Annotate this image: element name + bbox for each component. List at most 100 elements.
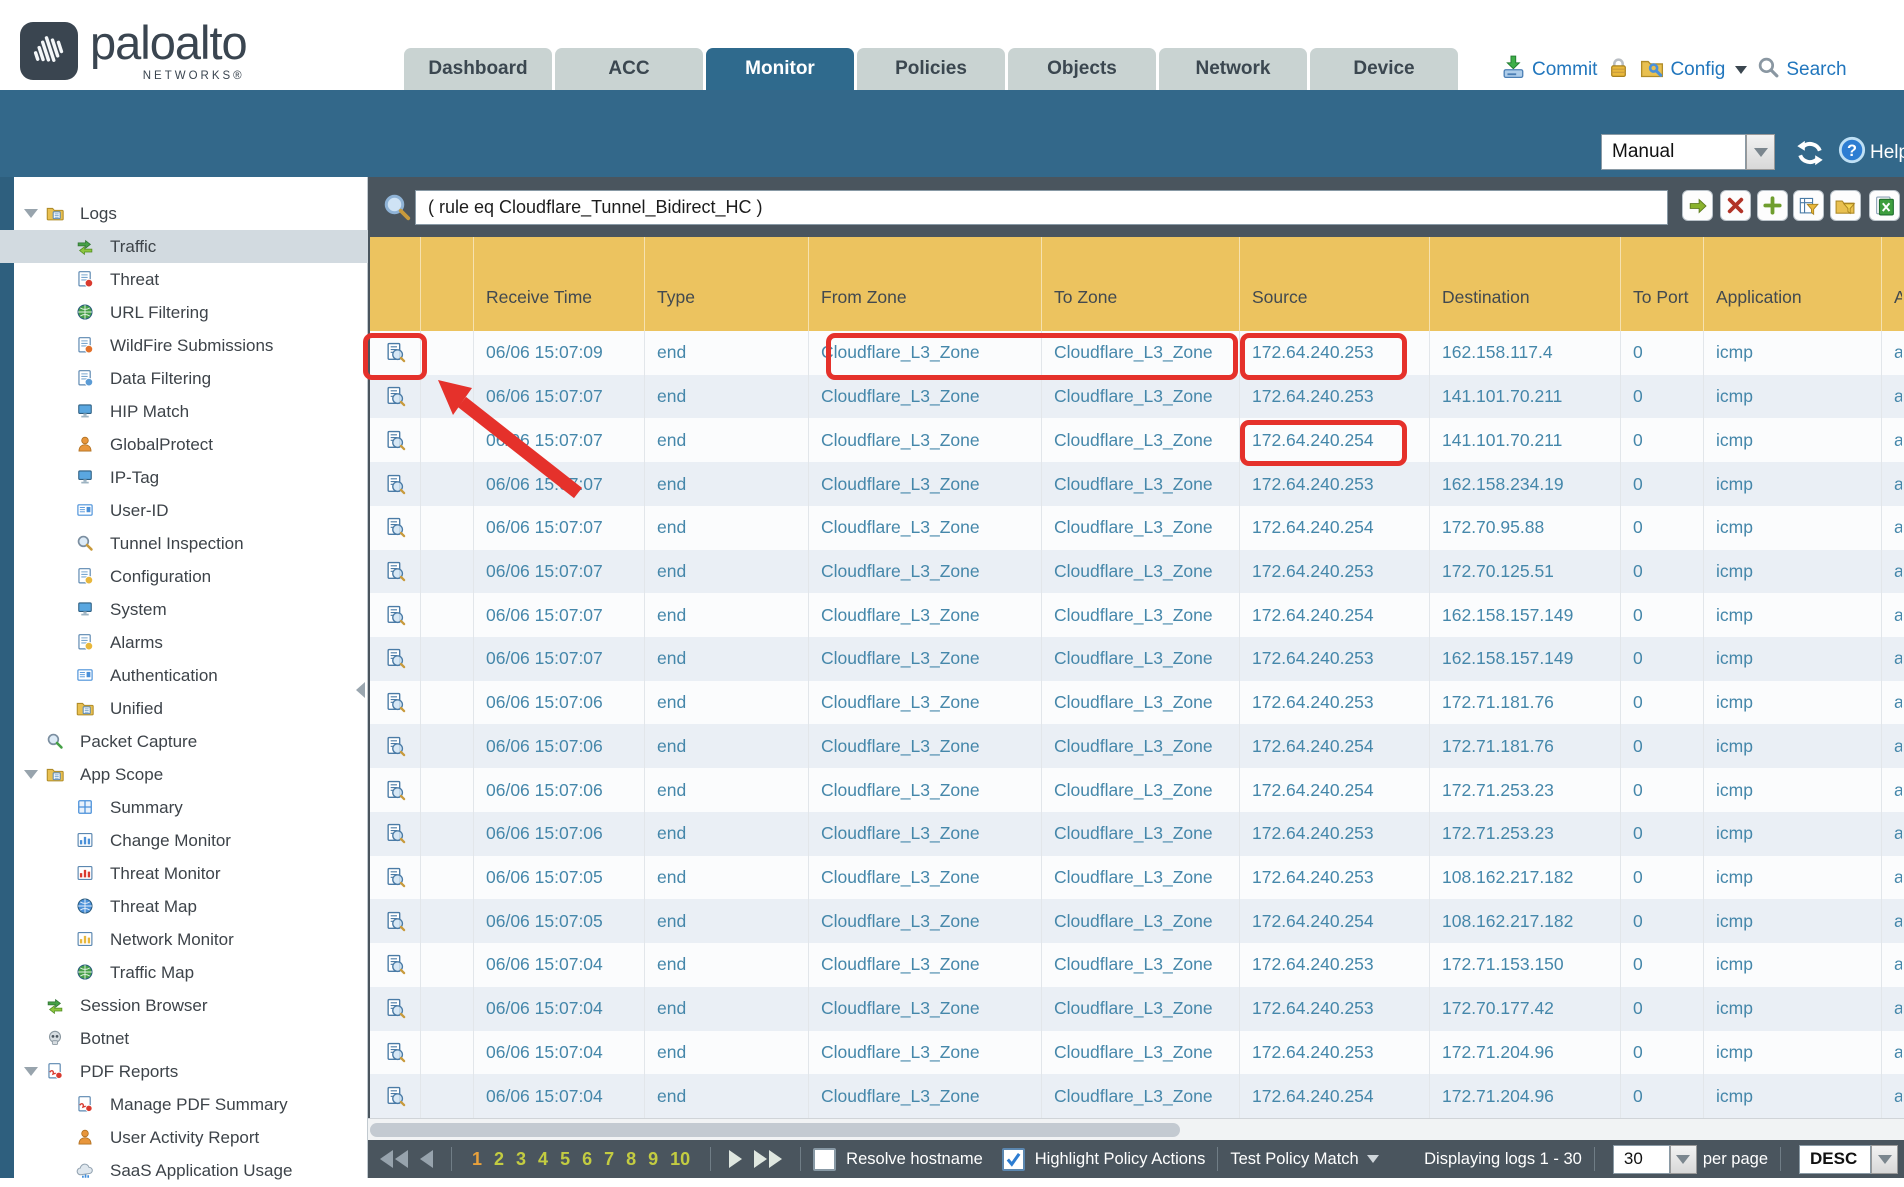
sidebar-item-unified[interactable]: Unified xyxy=(0,692,368,725)
cell-source[interactable]: 172.64.240.254 xyxy=(1240,724,1430,768)
cell-destination[interactable]: 172.70.125.51 xyxy=(1430,550,1621,594)
cell-from_zone[interactable]: Cloudflare_L3_Zone xyxy=(809,637,1042,681)
sidebar-item-logs[interactable]: Logs xyxy=(0,197,368,230)
cell-to_zone[interactable]: Cloudflare_L3_Zone xyxy=(1042,987,1240,1031)
cell-destination[interactable]: 108.162.217.182 xyxy=(1430,899,1621,943)
detail-log-button[interactable] xyxy=(370,856,421,900)
detail-log-button[interactable] xyxy=(370,506,421,550)
first-page-button[interactable] xyxy=(380,1150,408,1168)
column-header-application[interactable]: Application xyxy=(1704,237,1882,331)
cell-application[interactable]: icmp xyxy=(1704,681,1882,725)
export-logs-button[interactable] xyxy=(1869,190,1900,221)
detail-log-button[interactable] xyxy=(370,637,421,681)
cell-destination[interactable]: 172.71.204.96 xyxy=(1430,1074,1621,1118)
cell-destination[interactable]: 162.158.234.19 xyxy=(1430,462,1621,506)
cell-source[interactable]: 172.64.240.253 xyxy=(1240,987,1430,1031)
sidebar-item-configuration[interactable]: Configuration xyxy=(0,560,368,593)
clear-filter-button[interactable] xyxy=(1720,190,1751,221)
cell-to_zone[interactable]: Cloudflare_L3_Zone xyxy=(1042,1074,1240,1118)
detail-log-button[interactable] xyxy=(370,418,421,462)
column-header-destination[interactable]: Destination xyxy=(1430,237,1621,331)
cell-to_zone[interactable]: Cloudflare_L3_Zone xyxy=(1042,331,1240,375)
sidebar-item-url-filtering[interactable]: URL Filtering xyxy=(0,296,368,329)
refresh-interval-select[interactable]: Manual xyxy=(1601,134,1775,170)
detail-log-button[interactable] xyxy=(370,812,421,856)
sort-order-trigger[interactable] xyxy=(1871,1145,1898,1174)
sidebar-collapse-handle[interactable] xyxy=(356,682,365,698)
filter-builder-button[interactable] xyxy=(1793,190,1824,221)
cell-from_zone[interactable]: Cloudflare_L3_Zone xyxy=(809,506,1042,550)
cell-to_zone[interactable]: Cloudflare_L3_Zone xyxy=(1042,462,1240,506)
cell-application[interactable]: icmp xyxy=(1704,593,1882,637)
cell-to_zone[interactable]: Cloudflare_L3_Zone xyxy=(1042,637,1240,681)
page-number-8[interactable]: 8 xyxy=(626,1149,636,1170)
cell-from_zone[interactable]: Cloudflare_L3_Zone xyxy=(809,418,1042,462)
cell-from_zone[interactable]: Cloudflare_L3_Zone xyxy=(809,943,1042,987)
detail-log-button[interactable] xyxy=(370,375,421,419)
cell-application[interactable]: icmp xyxy=(1704,550,1882,594)
column-header-spacer[interactable] xyxy=(421,237,474,331)
cell-to_zone[interactable]: Cloudflare_L3_Zone xyxy=(1042,506,1240,550)
cell-to_zone[interactable]: Cloudflare_L3_Zone xyxy=(1042,856,1240,900)
cell-destination[interactable]: 172.70.95.88 xyxy=(1430,506,1621,550)
cell-to_zone[interactable]: Cloudflare_L3_Zone xyxy=(1042,768,1240,812)
next-page-button[interactable] xyxy=(729,1150,742,1168)
tab-monitor[interactable]: Monitor xyxy=(706,48,854,90)
cell-source[interactable]: 172.64.240.253 xyxy=(1240,1031,1430,1075)
cell-source[interactable]: 172.64.240.253 xyxy=(1240,462,1430,506)
sidebar-item-user-activity-report[interactable]: User Activity Report xyxy=(0,1121,368,1154)
cell-destination[interactable]: 172.71.181.76 xyxy=(1430,724,1621,768)
cell-source[interactable]: 172.64.240.253 xyxy=(1240,943,1430,987)
cell-source[interactable]: 172.64.240.253 xyxy=(1240,681,1430,725)
cell-source[interactable]: 172.64.240.253 xyxy=(1240,812,1430,856)
config-menu-button[interactable]: Config xyxy=(1640,55,1747,85)
detail-log-button[interactable] xyxy=(370,593,421,637)
tab-policies[interactable]: Policies xyxy=(857,48,1005,90)
cell-from_zone[interactable]: Cloudflare_L3_Zone xyxy=(809,724,1042,768)
cell-application[interactable]: icmp xyxy=(1704,418,1882,462)
cell-application[interactable]: icmp xyxy=(1704,899,1882,943)
tab-network[interactable]: Network xyxy=(1159,48,1307,90)
add-filter-button[interactable] xyxy=(1757,190,1788,221)
page-number-1[interactable]: 1 xyxy=(472,1149,482,1170)
cell-application[interactable]: icmp xyxy=(1704,812,1882,856)
sidebar-item-botnet[interactable]: Botnet xyxy=(0,1022,368,1055)
cell-source[interactable]: 172.64.240.253 xyxy=(1240,331,1430,375)
horizontal-scrollbar[interactable] xyxy=(368,1118,1904,1140)
column-header-action[interactable]: A xyxy=(1882,237,1902,331)
page-number-9[interactable]: 9 xyxy=(648,1149,658,1170)
cell-source[interactable]: 172.64.240.254 xyxy=(1240,506,1430,550)
lock-icon[interactable] xyxy=(1607,56,1630,85)
page-number-10[interactable]: 10 xyxy=(670,1149,690,1170)
cell-source[interactable]: 172.64.240.253 xyxy=(1240,550,1430,594)
cell-to_zone[interactable]: Cloudflare_L3_Zone xyxy=(1042,899,1240,943)
refresh-icon[interactable] xyxy=(1795,138,1825,168)
cell-application[interactable]: icmp xyxy=(1704,943,1882,987)
expand-collapse-arrow-icon[interactable] xyxy=(24,770,38,779)
sidebar-item-alarms[interactable]: Alarms xyxy=(0,626,368,659)
cell-application[interactable]: icmp xyxy=(1704,1031,1882,1075)
page-number-7[interactable]: 7 xyxy=(604,1149,614,1170)
detail-log-button[interactable] xyxy=(370,943,421,987)
cell-destination[interactable]: 162.158.117.4 xyxy=(1430,331,1621,375)
cell-destination[interactable]: 162.158.157.149 xyxy=(1430,637,1621,681)
page-number-4[interactable]: 4 xyxy=(538,1149,548,1170)
sidebar-item-network-monitor[interactable]: Network Monitor xyxy=(0,923,368,956)
cell-from_zone[interactable]: Cloudflare_L3_Zone xyxy=(809,1031,1042,1075)
detail-log-button[interactable] xyxy=(370,1031,421,1075)
sidebar-item-saas-application-usage[interactable]: SaaS Application Usage xyxy=(0,1154,368,1187)
resolve-hostname-checkbox[interactable] xyxy=(813,1148,836,1171)
per-page-select[interactable]: 30 xyxy=(1613,1145,1697,1174)
last-page-button[interactable] xyxy=(754,1150,782,1168)
detail-log-button[interactable] xyxy=(370,550,421,594)
detail-log-button[interactable] xyxy=(370,331,421,375)
sidebar-item-app-scope[interactable]: App Scope xyxy=(0,758,368,791)
sidebar-item-user-id[interactable]: User-ID xyxy=(0,494,368,527)
cell-application[interactable]: icmp xyxy=(1704,462,1882,506)
cell-destination[interactable]: 172.71.253.23 xyxy=(1430,768,1621,812)
sidebar-item-traffic[interactable]: Traffic xyxy=(0,230,368,263)
sidebar-item-summary[interactable]: Summary xyxy=(0,791,368,824)
sort-order-select[interactable]: DESC xyxy=(1799,1145,1898,1174)
column-header-type[interactable]: Type xyxy=(645,237,809,331)
cell-application[interactable]: icmp xyxy=(1704,768,1882,812)
